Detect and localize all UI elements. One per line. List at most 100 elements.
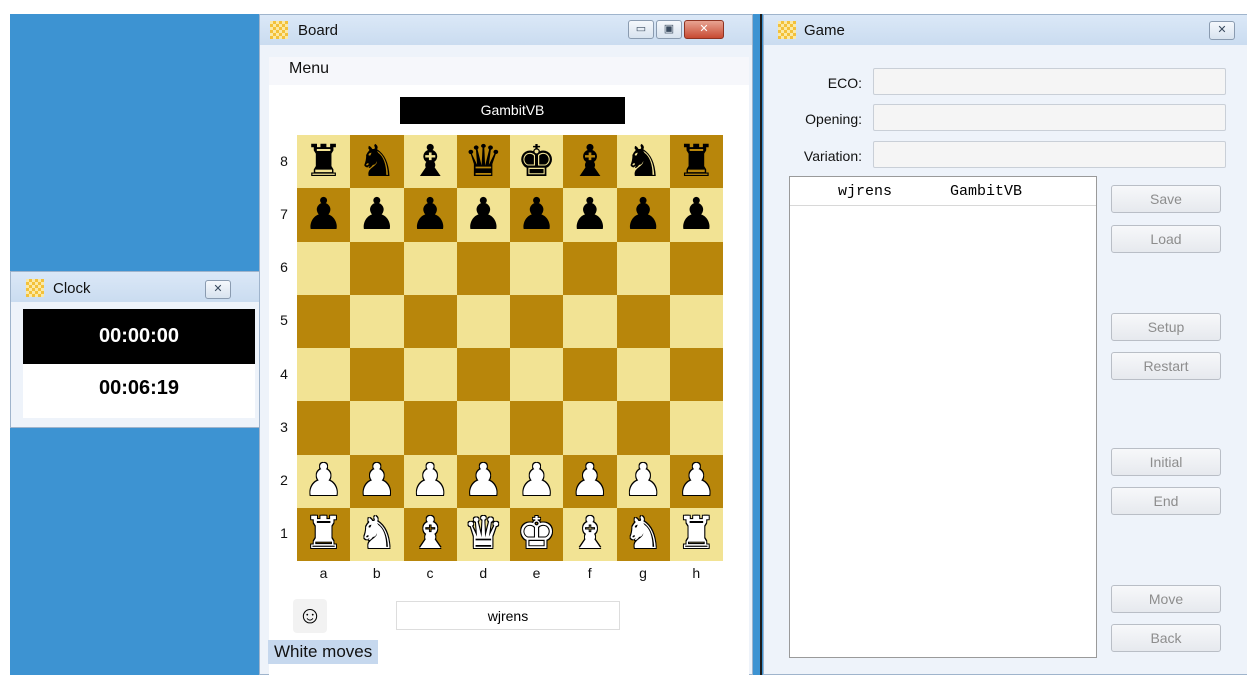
moves-list[interactable]: wjrens GambitVB [789,176,1097,658]
square-f7[interactable]: ♟ [563,188,617,242]
square-d2[interactable]: ♟ [456,454,510,508]
white-pawn-icon[interactable]: ♟ [570,459,609,503]
square-f4[interactable] [563,348,617,402]
white-pawn-icon[interactable]: ♟ [357,459,396,503]
square-e6[interactable] [510,241,564,295]
square-b4[interactable] [350,348,404,402]
black-knight-icon[interactable]: ♞ [623,139,662,184]
black-pawn-icon[interactable]: ♟ [464,192,503,237]
square-d3[interactable] [456,401,510,455]
white-pawn-icon[interactable]: ♟ [464,459,503,503]
square-h7[interactable]: ♟ [669,188,723,242]
square-c2[interactable]: ♟ [403,454,457,508]
square-h2[interactable]: ♟ [669,454,723,508]
square-b8[interactable]: ♞ [350,135,404,189]
white-bishop-icon[interactable]: ♝ [570,512,609,556]
square-a6[interactable] [297,241,351,295]
eco-field[interactable] [873,68,1226,95]
square-e1[interactable]: ♚ [510,507,564,561]
square-h4[interactable] [669,348,723,402]
square-g5[interactable] [616,294,670,348]
square-c6[interactable] [403,241,457,295]
square-f5[interactable] [563,294,617,348]
square-c7[interactable]: ♟ [403,188,457,242]
square-d6[interactable] [456,241,510,295]
square-b5[interactable] [350,294,404,348]
menu-item[interactable]: Menu [289,60,329,78]
square-c3[interactable] [403,401,457,455]
black-knight-icon[interactable]: ♞ [357,139,396,184]
square-h1[interactable]: ♜ [669,507,723,561]
minimize-button[interactable]: ▭ [628,20,654,39]
square-h6[interactable] [669,241,723,295]
square-b6[interactable] [350,241,404,295]
square-b3[interactable] [350,401,404,455]
restart-button[interactable]: Restart [1111,352,1221,380]
black-rook-icon[interactable]: ♜ [304,139,343,184]
black-pawn-icon[interactable]: ♟ [304,192,343,237]
black-queen-icon[interactable]: ♛ [464,139,503,184]
load-button[interactable]: Load [1111,225,1221,253]
square-a3[interactable] [297,401,351,455]
square-d8[interactable]: ♛ [456,135,510,189]
square-a5[interactable] [297,294,351,348]
black-king-icon[interactable]: ♚ [517,139,556,184]
board-titlebar[interactable]: Board ▭ ▣ ✕ [260,15,752,45]
square-c4[interactable] [403,348,457,402]
square-e2[interactable]: ♟ [510,454,564,508]
square-g2[interactable]: ♟ [616,454,670,508]
white-queen-icon[interactable]: ♛ [464,512,503,556]
square-d4[interactable] [456,348,510,402]
square-h5[interactable] [669,294,723,348]
white-pawn-icon[interactable]: ♟ [517,459,556,503]
black-pawn-icon[interactable]: ♟ [410,192,449,237]
black-pawn-icon[interactable]: ♟ [623,192,662,237]
clock-titlebar[interactable]: Clock ✕ [11,272,259,302]
black-rook-icon[interactable]: ♜ [677,139,716,184]
move-button[interactable]: Move [1111,585,1221,613]
square-e5[interactable] [510,294,564,348]
square-a2[interactable]: ♟ [297,454,351,508]
square-b2[interactable]: ♟ [350,454,404,508]
square-d7[interactable]: ♟ [456,188,510,242]
end-button[interactable]: End [1111,487,1221,515]
square-c1[interactable]: ♝ [403,507,457,561]
game-close-button[interactable]: ✕ [1209,21,1235,40]
square-e4[interactable] [510,348,564,402]
back-button[interactable]: Back [1111,624,1221,652]
square-f8[interactable]: ♝ [563,135,617,189]
square-a8[interactable]: ♜ [297,135,351,189]
clock-close-button[interactable]: ✕ [205,280,231,299]
white-knight-icon[interactable]: ♞ [623,512,662,556]
square-f6[interactable] [563,241,617,295]
white-rook-icon[interactable]: ♜ [304,512,343,556]
square-a1[interactable]: ♜ [297,507,351,561]
board-close-button[interactable]: ✕ [684,20,724,39]
square-c8[interactable]: ♝ [403,135,457,189]
square-h3[interactable] [669,401,723,455]
white-pawn-icon[interactable]: ♟ [410,459,449,503]
white-rook-icon[interactable]: ♜ [677,512,716,556]
square-a7[interactable]: ♟ [297,188,351,242]
variation-field[interactable] [873,141,1226,168]
square-h8[interactable]: ♜ [669,135,723,189]
square-f3[interactable] [563,401,617,455]
square-f1[interactable]: ♝ [563,507,617,561]
white-bishop-icon[interactable]: ♝ [410,512,449,556]
opening-field[interactable] [873,104,1226,131]
square-b7[interactable]: ♟ [350,188,404,242]
initial-button[interactable]: Initial [1111,448,1221,476]
save-button[interactable]: Save [1111,185,1221,213]
square-c5[interactable] [403,294,457,348]
square-a4[interactable] [297,348,351,402]
black-pawn-icon[interactable]: ♟ [517,192,556,237]
square-e3[interactable] [510,401,564,455]
square-e8[interactable]: ♚ [510,135,564,189]
square-g4[interactable] [616,348,670,402]
square-g3[interactable] [616,401,670,455]
square-d1[interactable]: ♛ [456,507,510,561]
square-e7[interactable]: ♟ [510,188,564,242]
square-b1[interactable]: ♞ [350,507,404,561]
white-pawn-icon[interactable]: ♟ [623,459,662,503]
maximize-button[interactable]: ▣ [656,20,682,39]
